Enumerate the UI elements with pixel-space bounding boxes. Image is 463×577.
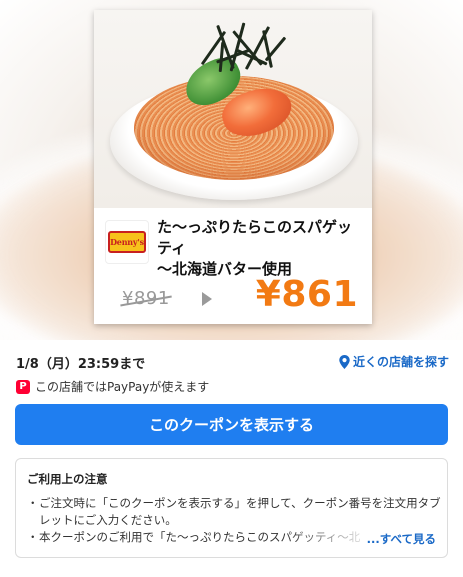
location-pin-icon	[339, 354, 350, 369]
arrow-right-icon	[202, 292, 212, 306]
paypay-notice: P この店舗ではPayPayが使えます	[16, 378, 209, 395]
usage-notes-panel: ご利用上の注意 ・ ご注文時に「このクーポンを表示する」を押して、クーポン番号を…	[15, 458, 448, 558]
show-coupon-button[interactable]: このクーポンを表示する	[15, 404, 448, 445]
usage-note-text: ご注文時に「このクーポンを表示する」を押して、クーポン番号を注文用タブレットにご…	[39, 496, 441, 527]
brand-logo-text: Denny's	[110, 237, 144, 247]
usage-note-item: ・ ご注文時に「このクーポンを表示する」を押して、クーポン番号を注文用タブレット…	[27, 495, 441, 529]
coupon-card: Denny's た〜っぷりたらこのスパゲッティ 〜北海道バター使用 ¥891 ¥…	[94, 10, 372, 324]
find-nearby-stores-link[interactable]: 近くの店舗を探す	[339, 353, 449, 370]
nori-topping-image	[200, 20, 287, 78]
bullet: ・	[27, 530, 39, 544]
hero-banner: Denny's た〜っぷりたらこのスパゲッティ 〜北海道バター使用 ¥891 ¥…	[0, 0, 463, 340]
usage-notes-title: ご利用上の注意	[27, 472, 108, 486]
paypay-icon: P	[16, 379, 30, 394]
bullet: ・	[27, 496, 39, 510]
coupon-title-line1: た〜っぷりたらこのスパゲッティ	[157, 218, 353, 257]
discounted-price: ¥861	[255, 274, 358, 315]
coupon-title: た〜っぷりたらこのスパゲッティ 〜北海道バター使用	[157, 217, 363, 280]
product-photo	[94, 10, 372, 208]
find-nearby-stores-label: 近くの店舗を探す	[352, 355, 449, 369]
original-price: ¥891	[122, 288, 170, 309]
see-all-link[interactable]: ...すべて見る	[362, 531, 436, 547]
brand-logo-badge: Denny's	[108, 231, 146, 253]
expiry-date: 1/8（月）23:59まで	[16, 357, 146, 372]
paypay-notice-text: この店舗ではPayPayが使えます	[35, 380, 210, 394]
brand-logo: Denny's	[105, 220, 149, 264]
